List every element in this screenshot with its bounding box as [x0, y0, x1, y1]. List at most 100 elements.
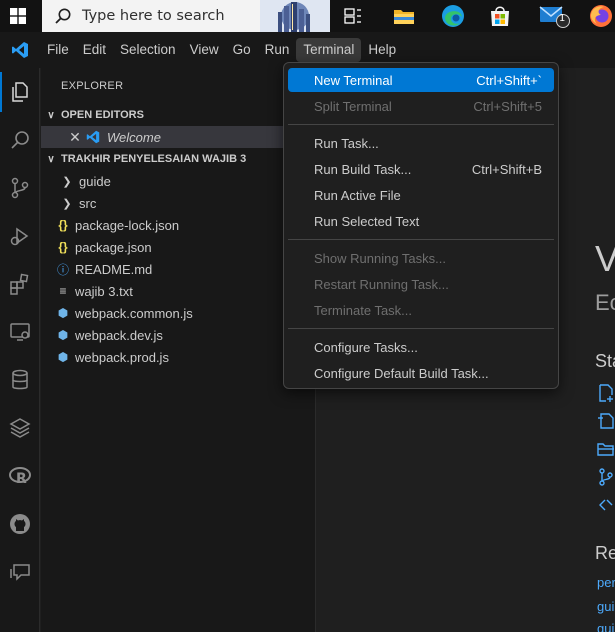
remote-explorer-icon[interactable]: [0, 312, 40, 352]
windows-start-icon[interactable]: [0, 0, 36, 32]
menu-item-label: Configure Tasks...: [314, 339, 418, 355]
svg-text:R: R: [16, 471, 27, 487]
clone-repository-icon[interactable]: [597, 468, 615, 486]
chevron-right-icon: ❯: [62, 175, 72, 188]
menu-edit[interactable]: Edit: [76, 38, 113, 62]
tree-item-label: src: [79, 195, 97, 211]
menu-run[interactable]: Run: [258, 38, 297, 62]
start-heading: Sta: [595, 351, 615, 371]
menu-item-restart-running-task[interactable]: Restart Running Task...: [288, 272, 554, 296]
connect-remote-icon[interactable]: [597, 496, 615, 514]
edge-browser-icon[interactable]: [438, 0, 468, 32]
file-explorer-icon[interactable]: [390, 0, 418, 32]
welcome-subtitle: Ec: [595, 290, 615, 315]
menu-item-shortcut: Ctrl+Shift+`: [476, 72, 542, 88]
search-highlight-skyline-image: [260, 0, 330, 32]
menu-item-label: Terminate Task...: [314, 302, 413, 318]
menu-item-shortcut: Ctrl+Shift+5: [473, 98, 542, 114]
menu-view[interactable]: View: [183, 38, 226, 62]
menu-file[interactable]: File: [40, 38, 76, 62]
chevron-down-icon: ∨: [47, 153, 55, 165]
run-debug-icon[interactable]: [0, 216, 40, 256]
explorer-title: EXPLORER: [61, 80, 124, 92]
text-file-icon: ≡: [59, 284, 67, 298]
explorer-sidebar: EXPLORER ∨ OPEN EDITORS ✕ Welcome ∨ TRAK…: [41, 68, 316, 632]
menu-go[interactable]: Go: [226, 38, 258, 62]
recent-link-3[interactable]: gui: [597, 621, 614, 632]
menu-selection[interactable]: Selection: [113, 38, 183, 62]
comments-icon[interactable]: [0, 552, 40, 592]
menu-item-show-running-tasks[interactable]: Show Running Tasks...: [288, 246, 554, 270]
info-icon: ⓘ: [56, 262, 69, 277]
menu-item-terminate-task[interactable]: Terminate Task...: [288, 298, 554, 322]
tree-item-label: README.md: [75, 261, 153, 277]
new-file-icon[interactable]: [597, 384, 615, 402]
menu-item-configure-tasks[interactable]: Configure Tasks...: [288, 335, 554, 359]
menu-item-label: Split Terminal: [314, 98, 392, 114]
menu-item-label: Run Build Task...: [314, 161, 412, 177]
menu-item-configure-default-build-task[interactable]: Configure Default Build Task...: [288, 361, 554, 385]
open-editors-label: OPEN EDITORS: [61, 109, 144, 121]
source-control-icon[interactable]: [0, 168, 40, 208]
microsoft-store-icon[interactable]: [486, 0, 514, 32]
layers-icon[interactable]: [0, 408, 40, 448]
tree-item-webpack-common-js[interactable]: ⬢ webpack.common.js: [41, 302, 316, 324]
open-folder-icon[interactable]: [597, 440, 615, 458]
tree-item-webpack-dev-js[interactable]: ⬢ webpack.dev.js: [41, 324, 316, 346]
open-editor-label: Welcome: [107, 129, 161, 145]
menu-item-run-active-file[interactable]: Run Active File: [288, 183, 554, 207]
tree-item-folder-guide[interactable]: ❯ guide: [41, 170, 316, 192]
search-icon[interactable]: [0, 120, 40, 160]
open-editor-welcome[interactable]: ✕ Welcome: [41, 126, 316, 148]
webpack-icon: ⬢: [57, 350, 69, 364]
open-editors-header[interactable]: ∨ OPEN EDITORS: [41, 104, 316, 126]
mail-badge: 1: [559, 13, 566, 24]
explorer-files-icon[interactable]: [0, 72, 40, 112]
task-view-icon[interactable]: [340, 0, 366, 32]
mail-icon[interactable]: 1: [534, 0, 574, 32]
tree-item-webpack-prod-js[interactable]: ⬢ webpack.prod.js: [41, 346, 316, 368]
menu-item-label: Run Active File: [314, 187, 401, 203]
recent-heading: Re: [595, 543, 615, 563]
close-icon[interactable]: ✕: [67, 129, 83, 146]
search-icon: [55, 8, 71, 24]
menu-item-label: Run Selected Text: [314, 213, 420, 229]
github-icon[interactable]: [0, 504, 40, 544]
tree-item-label: wajib 3.txt: [75, 283, 133, 299]
firefox-icon[interactable]: [586, 0, 615, 32]
tree-item-label: webpack.common.js: [75, 305, 193, 321]
menu-item-split-terminal[interactable]: Split Terminal Ctrl+Shift+5: [288, 94, 554, 118]
menu-item-run-selected-text[interactable]: Run Selected Text: [288, 209, 554, 233]
taskbar-search-box[interactable]: Type here to search: [42, 0, 330, 32]
menu-help[interactable]: Help: [361, 38, 403, 62]
menu-item-shortcut: Ctrl+Shift+B: [471, 161, 542, 177]
menu-item-label: Run Task...: [314, 135, 379, 151]
vscode-file-icon: [83, 130, 103, 144]
project-folder-header[interactable]: ∨ TRAKHIR PENYELESAIAN WAJIB 3: [41, 148, 316, 170]
menu-item-run-task[interactable]: Run Task...: [288, 131, 554, 155]
chevron-right-icon: ❯: [62, 197, 72, 210]
menu-separator: [288, 124, 554, 125]
recent-link-2[interactable]: gui: [597, 599, 614, 614]
tree-item-folder-src[interactable]: ❯ src: [41, 192, 316, 214]
menu-item-run-build-task[interactable]: Run Build Task... Ctrl+Shift+B: [288, 157, 554, 181]
tree-item-wajib-3-txt[interactable]: ≡ wajib 3.txt: [41, 280, 316, 302]
tree-item-label: guide: [79, 173, 111, 189]
tree-item-package-lock-json[interactable]: {} package-lock.json: [41, 214, 316, 236]
welcome-title: V: [595, 238, 615, 279]
recent-link-1[interactable]: per: [597, 575, 615, 590]
json-file-icon: {}: [58, 218, 68, 232]
menu-item-label: Show Running Tasks...: [314, 250, 446, 266]
extensions-icon[interactable]: [0, 264, 40, 304]
tree-item-label: package-lock.json: [75, 217, 180, 233]
menu-terminal[interactable]: Terminal: [296, 38, 362, 62]
tree-item-readme-md[interactable]: ⓘ README.md: [41, 258, 316, 280]
tree-item-package-json[interactable]: {} package.json: [41, 236, 316, 258]
menu-item-label: New Terminal: [314, 72, 393, 88]
database-icon[interactable]: [0, 360, 40, 400]
menu-separator: [288, 239, 554, 240]
open-file-icon[interactable]: [597, 412, 615, 430]
search-placeholder: Type here to search: [82, 8, 225, 24]
r-language-icon[interactable]: R: [0, 456, 40, 496]
menu-item-new-terminal[interactable]: New Terminal Ctrl+Shift+`: [288, 68, 554, 92]
